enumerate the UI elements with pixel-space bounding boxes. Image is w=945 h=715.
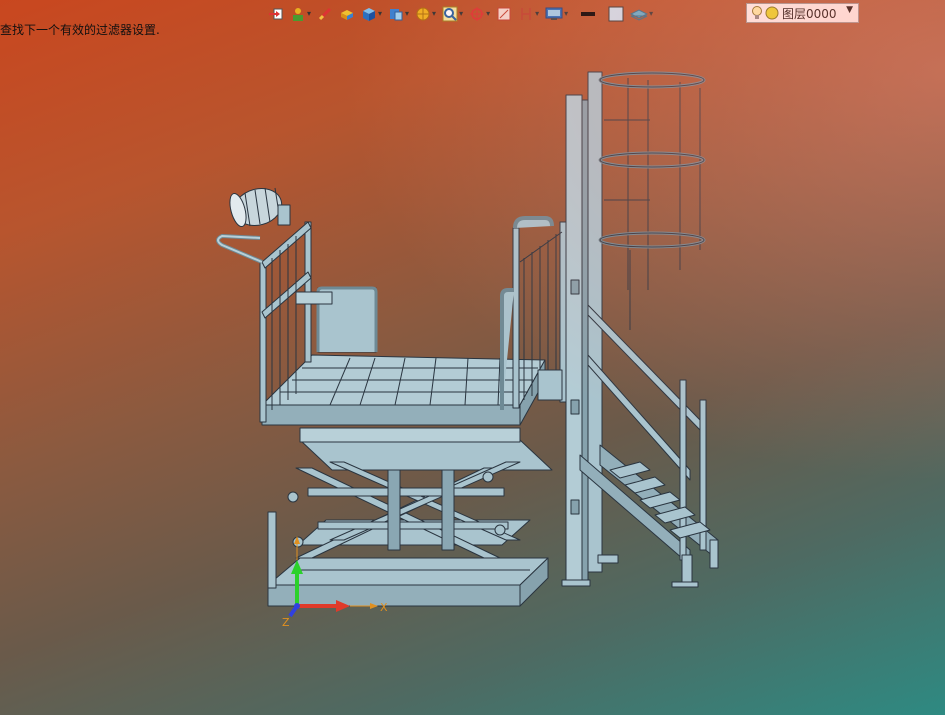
layer-color-icon[interactable]: [765, 6, 779, 20]
snap-button[interactable]: [266, 3, 286, 25]
frame-icon: [497, 7, 511, 21]
bracket-button[interactable]: ▾: [516, 3, 541, 25]
layers-button[interactable]: ▾: [628, 3, 655, 25]
view-toolbar: ▾ ▾ ▾ ▾ ▾ ▾ ▾ ▾ ▾: [266, 2, 655, 26]
layer-name: 图层0000: [782, 6, 837, 21]
pencil-button[interactable]: [315, 3, 335, 25]
color-swatch-button[interactable]: [606, 3, 626, 25]
solid-view-icon: [363, 8, 376, 21]
section-view-icon: [390, 9, 403, 21]
bulb-icon[interactable]: [751, 5, 763, 21]
beacon-light: [229, 187, 291, 228]
bracket-icon: [521, 8, 531, 20]
block-icon: [341, 10, 354, 20]
layers-icon: [630, 9, 649, 21]
select-filter-button[interactable]: ▾: [288, 3, 313, 25]
solid-view-button[interactable]: ▾: [359, 3, 384, 25]
rotate-icon: [470, 7, 485, 21]
line-style-icon: [581, 12, 596, 16]
z-axis-label: Z: [282, 616, 290, 629]
line-style-button[interactable]: [578, 3, 598, 25]
x-axis-label: X: [380, 601, 388, 614]
lift-platform-model[interactable]: X Z: [0, 0, 945, 715]
section-view-button[interactable]: ▾: [386, 3, 411, 25]
rotate-button[interactable]: ▾: [467, 3, 492, 25]
frame-button[interactable]: [494, 3, 514, 25]
safety-cage: [598, 71, 706, 330]
zoom-button[interactable]: ▾: [440, 3, 465, 25]
layer-dropdown-arrow[interactable]: ▼: [846, 5, 853, 15]
color-swatch-icon: [608, 6, 624, 22]
snap-icon: [269, 8, 283, 20]
select-filter-icon: [293, 8, 303, 21]
render-style-icon: [416, 7, 430, 21]
scissor-mechanism: [287, 427, 553, 559]
pencil-icon: [318, 7, 332, 21]
screen-button[interactable]: ▾: [543, 3, 570, 25]
layer-selector[interactable]: 图层0000 ▼: [746, 3, 859, 23]
zoom-icon: [442, 6, 458, 22]
render-style-button[interactable]: ▾: [413, 3, 438, 25]
status-message: 查找下一个有效的过滤器设置.: [0, 23, 160, 37]
block-button[interactable]: [337, 3, 357, 25]
screen-icon: [545, 7, 563, 20]
3d-viewport[interactable]: X Z 查找下一个有效的过滤器设置. ▾ ▾ ▾ ▾ ▾ ▾ ▾ ▾ ▾ 图层0…: [0, 0, 945, 715]
